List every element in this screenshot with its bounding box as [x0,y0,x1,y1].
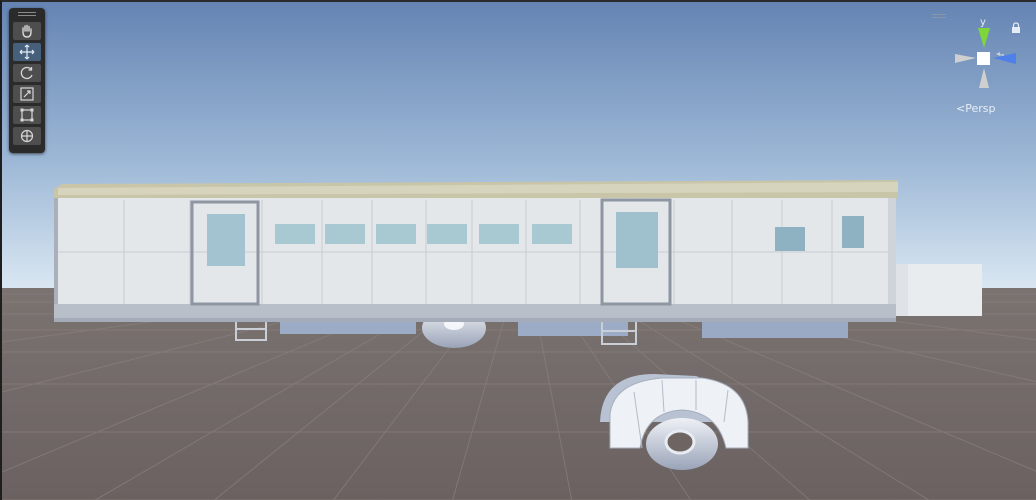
gizmo-z-axis-cone[interactable] [993,53,1016,64]
projection-label: Persp [965,102,996,115]
gizmo-neg-x-axis-cone[interactable] [955,54,976,63]
scale-tool-button[interactable] [13,85,41,103]
gizmo-y-axis-cone[interactable] [978,28,990,48]
gizmo-center-cube[interactable] [977,52,990,65]
hand-icon [22,24,32,38]
move-arrows-icon [19,44,35,60]
rotate-tool-button[interactable] [13,64,41,82]
transform-tool-button[interactable] [13,127,41,145]
drag-handle-icon[interactable] [18,12,36,17]
scale-icon [20,87,34,101]
transform-icon [20,129,34,143]
hand-tool-button[interactable] [13,22,41,40]
projection-toggle[interactable]: <Persp [956,102,995,115]
scene-render[interactable] [2,2,1036,500]
rect-transform-icon [20,108,34,122]
orientation-gizmo[interactable]: y z <Persp [928,8,1034,118]
gizmo-neg-z-axis-cone[interactable] [996,52,1000,56]
tool-palette [9,8,45,153]
chevron-left-icon: < [956,102,966,115]
rotate-icon [20,66,33,80]
gizmo-neg-y-axis-cone[interactable] [979,68,989,88]
move-tool-button[interactable] [13,43,41,61]
trailer-body[interactable] [54,180,898,322]
rect-tool-button[interactable] [13,106,41,124]
scene-viewport[interactable]: y z <Persp [0,0,1036,500]
